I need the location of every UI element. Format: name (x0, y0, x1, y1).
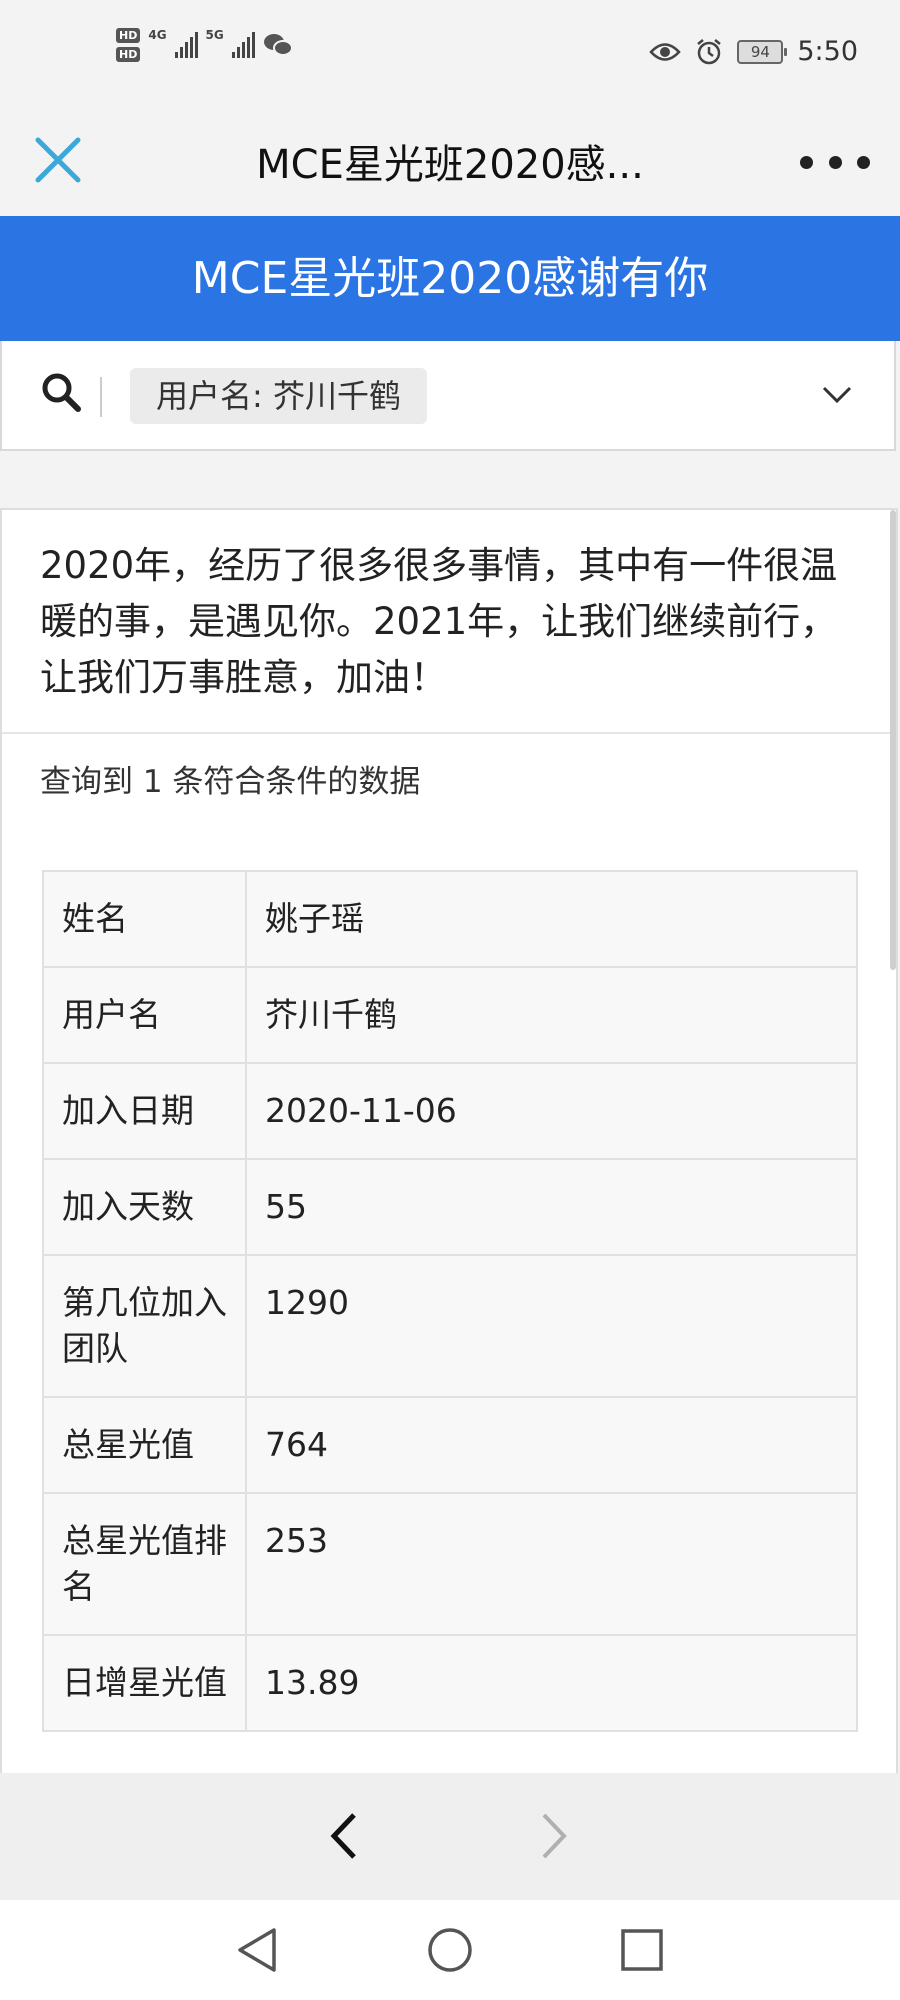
field-value: 姚子瑶 (265, 899, 364, 938)
table-row: 第几位加入团队 1290 (44, 1256, 856, 1398)
more-options-icon[interactable] (800, 144, 870, 180)
divider (100, 377, 102, 417)
field-value: 55 (265, 1187, 307, 1226)
search-icon[interactable] (40, 371, 82, 413)
battery-icon: 94 (737, 39, 788, 64)
intro-text: 2020年，经历了很多很多事情，其中有一件很温暖的事，是遇见你。2021年，让我… (2, 510, 896, 734)
browser-nav-bar (0, 1773, 900, 1900)
result-count: 查询到 1 条符合条件的数据 (40, 764, 421, 800)
page-title: MCE星光班2020感... (256, 142, 644, 188)
field-value: 芥川千鹤 (265, 995, 397, 1034)
signal-icon (231, 32, 255, 58)
back-arrow-icon[interactable] (320, 1811, 368, 1861)
table-row: 总星光值 764 (44, 1398, 856, 1494)
wechat-icon (263, 34, 293, 56)
title-bar: MCE星光班2020感... (0, 110, 900, 216)
forward-arrow-icon[interactable] (530, 1811, 578, 1861)
filter-chip[interactable]: 用户名: 芥川千鹤 (130, 368, 427, 424)
field-label: 加入天数 (44, 1160, 247, 1254)
alarm-icon (697, 38, 722, 64)
chevron-down-icon[interactable] (820, 377, 854, 411)
hd-icon: HD (116, 47, 141, 62)
hd-indicators: HD HD (116, 28, 141, 62)
table-row: 总星光值排名 253 (44, 1494, 856, 1636)
status-left: HD HD 4G 5G (116, 28, 293, 62)
network-type-label: 5G (205, 28, 224, 42)
system-home-icon[interactable] (426, 1926, 474, 1974)
field-value: 2020-11-06 (265, 1091, 457, 1130)
field-label: 第几位加入团队 (44, 1256, 247, 1396)
field-value: 13.89 (265, 1663, 360, 1702)
table-row: 用户名 芥川千鹤 (44, 968, 856, 1064)
hd-icon: HD (116, 28, 141, 43)
field-value: 764 (265, 1425, 328, 1464)
field-value: 1290 (265, 1283, 349, 1322)
table-row: 加入日期 2020-11-06 (44, 1064, 856, 1160)
field-value: 253 (265, 1521, 328, 1560)
result-table: 姓名 姚子瑶 用户名 芥川千鹤 加入日期 2020-11-06 加入天数 55 … (42, 870, 858, 1732)
field-label: 用户名 (44, 968, 247, 1062)
signal-icon (174, 32, 198, 58)
content-card: 2020年，经历了很多很多事情，其中有一件很温暖的事，是遇见你。2021年，让我… (0, 508, 898, 1773)
status-bar: HD HD 4G 5G 94 5:50 (0, 0, 900, 110)
page-header: MCE星光班2020感谢有你 (0, 216, 900, 341)
table-row: 加入天数 55 (44, 1160, 856, 1256)
field-label: 日增星光值 (44, 1636, 247, 1730)
system-back-icon[interactable] (234, 1926, 280, 1974)
system-recent-apps-icon[interactable] (620, 1928, 664, 1972)
system-nav-bar (0, 1900, 900, 2000)
scrollbar[interactable] (890, 510, 896, 970)
field-label: 总星光值 (44, 1398, 247, 1492)
status-right: 94 5:50 (649, 36, 858, 67)
network-type-label: 4G (148, 28, 167, 42)
table-row: 姓名 姚子瑶 (44, 872, 856, 968)
search-filter-bar[interactable]: 用户名: 芥川千鹤 (0, 341, 896, 451)
field-label: 姓名 (44, 872, 247, 966)
field-label: 加入日期 (44, 1064, 247, 1158)
field-label: 总星光值排名 (44, 1494, 247, 1634)
clock-time: 5:50 (797, 36, 858, 67)
eye-icon (649, 42, 682, 61)
table-row: 日增星光值 13.89 (44, 1636, 856, 1732)
